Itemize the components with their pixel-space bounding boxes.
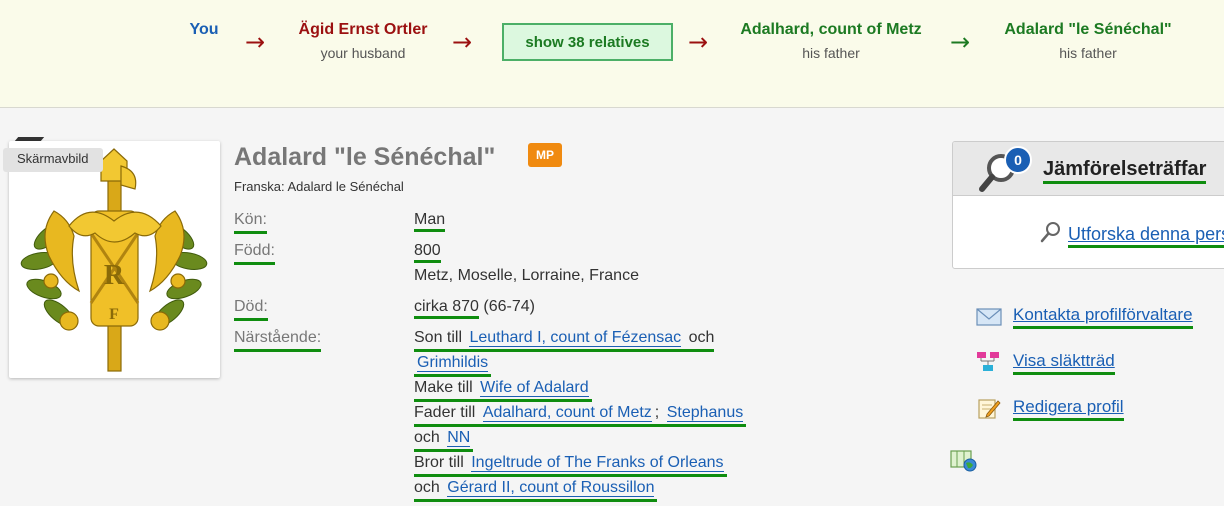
path-node-grandfather[interactable]: Adalard "le Sénéchal" his father <box>990 21 1186 61</box>
sibling-link[interactable]: Gérard II, count of Roussillon <box>447 479 655 497</box>
relation-conj: och <box>414 429 440 446</box>
mp-badge[interactable]: MP <box>528 143 562 167</box>
relation-conj: och <box>414 479 440 496</box>
search-icon <box>1040 222 1060 243</box>
relation-sep: ; <box>654 404 660 421</box>
relation-prefix: Make till <box>414 379 473 396</box>
alternate-name: Franska: Adalard le Sénéchal <box>234 179 404 194</box>
path-you-name[interactable]: You <box>176 21 232 39</box>
relation-prefix: Fader till <box>414 404 476 421</box>
child-link[interactable]: Stephanus <box>666 404 744 422</box>
profile-photo[interactable]: R F <box>9 141 220 378</box>
parent-link[interactable]: Leuthard I, count of Fézensac <box>469 329 682 347</box>
parent-link[interactable]: Grimhildis <box>417 354 489 372</box>
path-node-father[interactable]: Adalhard, count of Metz his father <box>728 21 934 61</box>
relation-son-of-cont: Grimhildis <box>414 353 492 377</box>
path-father-name[interactable]: Adalhard, count of Metz <box>728 21 934 39</box>
relation-prefix: Son till <box>414 329 463 346</box>
born-date-text: 800 <box>414 242 441 263</box>
sibling-link[interactable]: Ingeltrude of The Franks of Orleans <box>471 454 724 472</box>
svg-text:R: R <box>104 260 125 291</box>
relationship-path-bar: You → Ägid Ernst Ortler your husband → s… <box>0 0 1224 108</box>
path-husband-relation: your husband <box>320 45 406 61</box>
profile-name: Adalard "le Sénéchal" <box>234 143 496 171</box>
mail-icon <box>976 308 1002 326</box>
path-grandfather-name[interactable]: Adalard "le Sénéchal" <box>990 21 1186 39</box>
spouse-link[interactable]: Wife of Adalard <box>480 379 589 397</box>
relation-brother-of-cont: och Gérard II, count of Roussillon <box>414 478 658 502</box>
died-age: (66-74) <box>483 298 535 315</box>
gender-text: Man <box>414 211 446 232</box>
gender-label: Kön: <box>234 210 267 234</box>
path-node-husband[interactable]: Ägid Ernst Ortler your husband <box>285 21 441 61</box>
matches-header[interactable]: Jämförelseträffar <box>953 142 1224 196</box>
map-globe-icon[interactable] <box>950 449 978 473</box>
screenshot-label: Skärmavbild <box>3 148 103 172</box>
born-date: 800 <box>414 241 441 263</box>
edit-profile-link[interactable]: Redigera profil <box>1013 397 1124 421</box>
path-arrow-icon: → <box>452 28 473 56</box>
relation-husband-of: Make till Wife of Adalard <box>414 378 592 402</box>
edit-icon <box>978 399 1001 419</box>
match-count-badge: 0 <box>1004 146 1032 174</box>
matches-panel: Jämförelseträffar <box>952 141 1224 269</box>
path-husband-name[interactable]: Ägid Ernst Ortler <box>285 21 441 39</box>
path-grandfather-relation: his father <box>1059 45 1117 61</box>
contact-manager-link[interactable]: Kontakta profilförvaltare <box>1013 305 1193 329</box>
died-date: cirka 870 <box>414 298 479 319</box>
path-arrow-icon: → <box>245 28 266 56</box>
svg-text:F: F <box>109 306 119 323</box>
relation-father-of: Fader till Adalhard, count of Metz; Step… <box>414 403 747 427</box>
gender-value: Man <box>414 210 446 232</box>
relation-brother-of: Bror till Ingeltrude of The Franks of Or… <box>414 453 727 477</box>
died-label: Död: <box>234 297 268 321</box>
child-link[interactable]: Adalhard, count of Metz <box>482 404 652 422</box>
died-value: cirka 870 (66-74) <box>414 297 535 319</box>
relatives-label: Närstående: <box>234 328 322 352</box>
path-node-you[interactable]: You <box>176 21 232 39</box>
explore-person-link[interactable]: Utforska denna person <box>1068 224 1224 248</box>
show-relatives-button[interactable]: show 38 relatives <box>502 23 673 61</box>
relation-son-of: Son till Leuthard I, count of Fézensac o… <box>414 328 715 352</box>
child-link[interactable]: NN <box>447 429 471 447</box>
matches-title[interactable]: Jämförelseträffar <box>1043 158 1207 184</box>
relation-prefix: Bror till <box>414 454 464 471</box>
born-label: Född: <box>234 241 275 265</box>
path-arrow-icon: → <box>688 28 709 56</box>
family-tree-icon <box>977 352 999 371</box>
relation-conj: och <box>688 329 715 346</box>
path-father-relation: his father <box>802 45 860 61</box>
path-arrow-icon: → <box>950 28 971 56</box>
relation-father-of-cont: och NN <box>414 428 474 452</box>
coat-of-arms-image: R F <box>20 148 208 372</box>
view-family-tree-link[interactable]: Visa släktträd <box>1013 351 1115 375</box>
born-place: Metz, Moselle, Lorraine, France <box>414 267 639 284</box>
